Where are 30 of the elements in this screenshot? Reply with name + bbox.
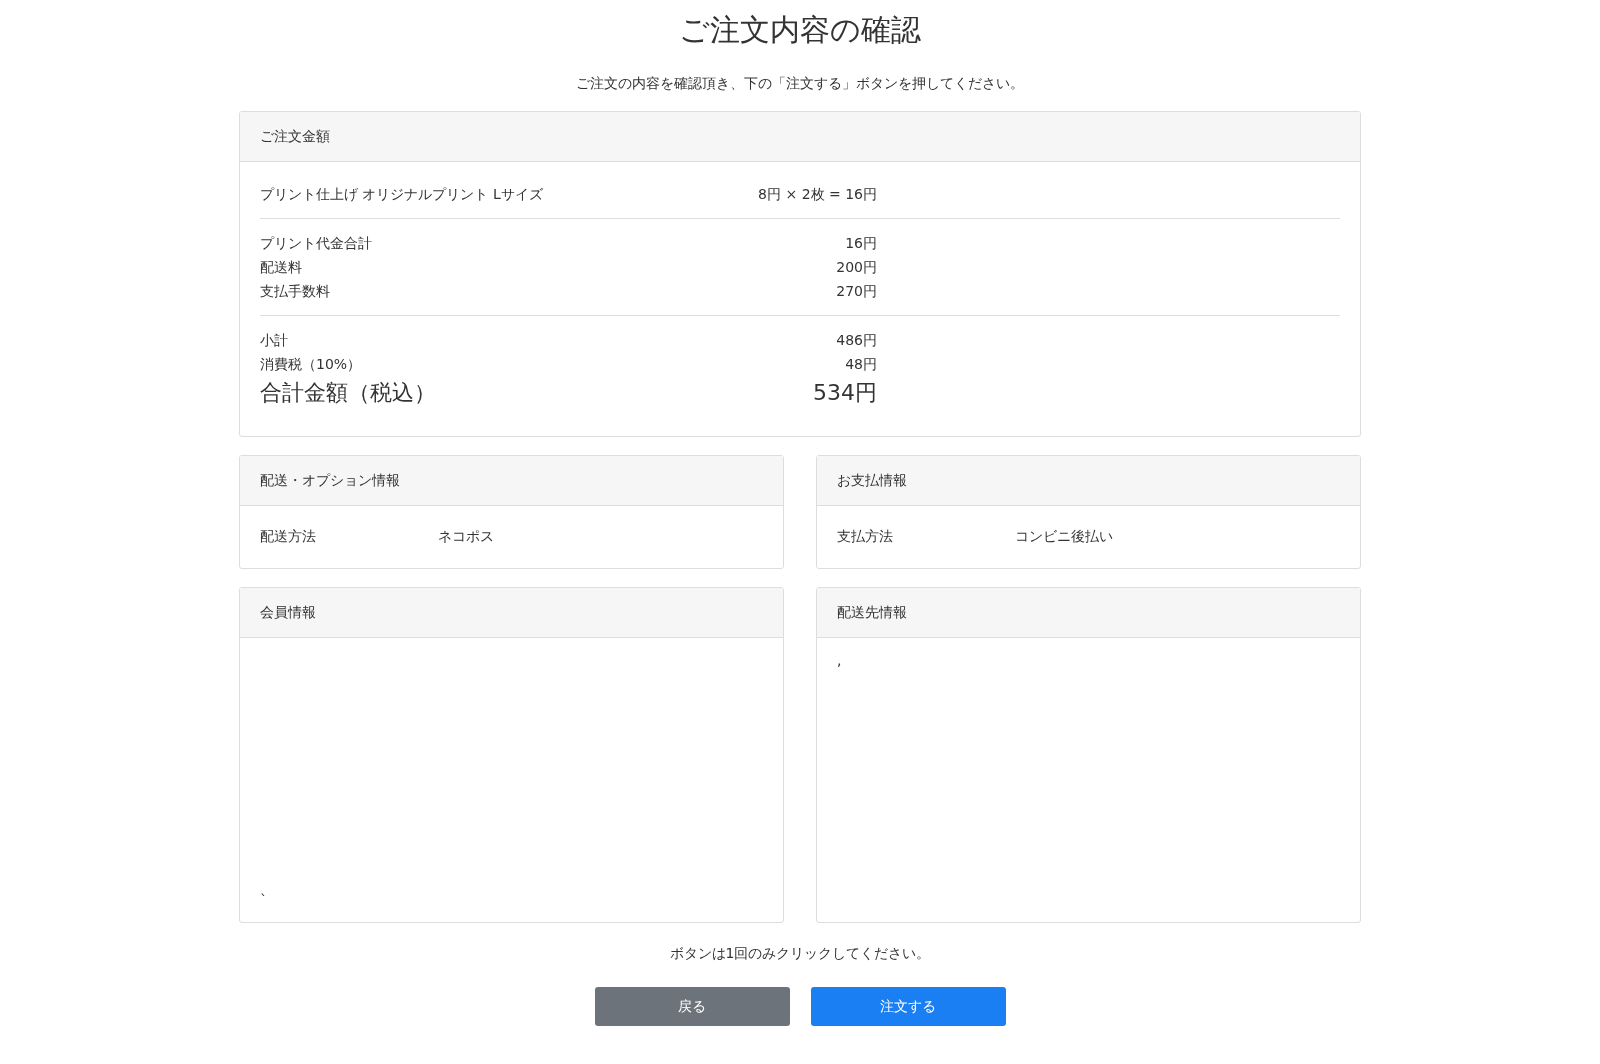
address-text: , [837, 652, 842, 668]
field-value: コンビニ後払い [1015, 528, 1113, 546]
card-header: 会員情報 [240, 588, 783, 638]
card-header: ご注文金額 [240, 112, 1360, 162]
card-header: 配送・オプション情報 [240, 456, 783, 506]
amount-value: 486円 [835, 331, 877, 350]
amount-value: 16円 [844, 234, 877, 253]
amount-value: 48円 [844, 355, 877, 374]
amount-value: 8円 × 2枚 = 16円 [757, 185, 877, 204]
member-text: ` [260, 892, 267, 908]
field-label: 支払方法 [837, 528, 894, 546]
amount-label: プリント仕上げ オリジナルプリント Lサイズ [260, 185, 544, 204]
back-button[interactable]: 戻る [594, 987, 790, 1026]
field-label: 配送方法 [260, 528, 317, 546]
click-note: ボタンは1回のみクリックしてください。 [669, 945, 931, 963]
field-value: ネコポス [438, 528, 494, 546]
amount-label: 小計 [260, 331, 289, 350]
card-header: お支払情報 [817, 456, 1360, 506]
card-header: 配送先情報 [817, 588, 1360, 638]
total-label: 合計金額（税込） [260, 379, 437, 407]
amount-label: 配送料 [260, 258, 303, 277]
amount-label: 消費税（10%） [260, 355, 363, 374]
amount-label: 支払手数料 [260, 282, 331, 301]
page-title: ご注文内容の確認 [679, 11, 921, 49]
total-value: 534円 [812, 379, 877, 407]
instruction-text: ご注文の内容を確認頂き、下の「注文する」ボタンを押してください。 [576, 75, 1024, 93]
order-button[interactable]: 注文する [810, 987, 1006, 1026]
amount-value: 270円 [835, 282, 877, 301]
amount-label: プリント代金合計 [260, 234, 373, 253]
amount-value: 200円 [835, 258, 877, 277]
